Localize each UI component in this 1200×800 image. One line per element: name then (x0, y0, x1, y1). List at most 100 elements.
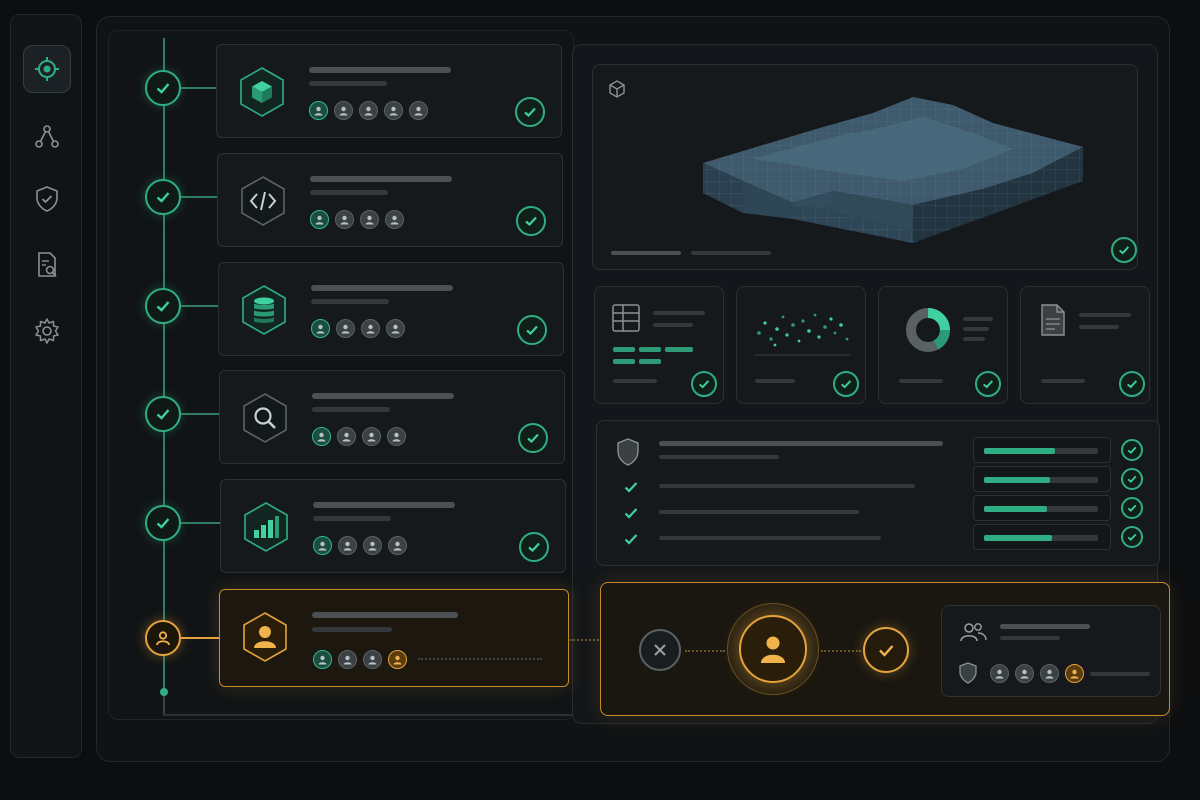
user-icon (389, 106, 398, 116)
output-card-donut[interactable] (878, 286, 1008, 404)
network-icon (35, 125, 59, 148)
step-title-placeholder (313, 502, 455, 508)
table-cell (613, 347, 635, 352)
user-icon (156, 631, 170, 646)
check-icon (624, 534, 638, 545)
card-footer-line (1041, 379, 1085, 383)
pipeline-step[interactable] (217, 153, 563, 247)
team-meta-placeholder (1090, 672, 1150, 676)
user-icon (995, 669, 1004, 679)
step-node-complete (145, 505, 181, 541)
pipeline-step[interactable] (220, 479, 566, 573)
avatar (363, 536, 382, 555)
reject-button[interactable] (639, 629, 681, 671)
user-icon (316, 324, 325, 334)
sidebar-item-network[interactable] (23, 113, 71, 161)
metric-row (973, 495, 1111, 521)
pipeline-step-approval[interactable] (219, 589, 569, 687)
step-node-pending (145, 620, 181, 656)
pipeline-step[interactable] (219, 370, 565, 464)
check-icon (624, 482, 638, 493)
user-icon (343, 655, 352, 665)
card-status-check (833, 371, 859, 397)
table-cell (613, 359, 635, 364)
avatar (359, 101, 378, 120)
metric-bar-fill (984, 448, 1055, 454)
metric-bar-fill (984, 477, 1050, 483)
avatar (338, 650, 357, 669)
output-card-table[interactable] (594, 286, 724, 404)
assignee-group (311, 319, 405, 338)
check-icon (698, 380, 710, 389)
step-subtitle-placeholder (313, 516, 391, 521)
user-icon (367, 432, 376, 442)
model-preview-card[interactable] (592, 64, 1138, 270)
user-icon (390, 215, 399, 225)
user-icon (342, 432, 351, 442)
avatar (313, 650, 332, 669)
user-icon (1020, 669, 1029, 679)
pipeline-step[interactable] (218, 262, 564, 356)
step-subtitle-placeholder (312, 627, 392, 632)
check-icon (156, 518, 170, 529)
avatar (312, 427, 331, 446)
check-icon (525, 216, 537, 227)
user-icon (391, 324, 400, 334)
pipeline-step[interactable] (216, 44, 562, 138)
metric-bar-fill (984, 506, 1047, 512)
card-status-check (691, 371, 717, 397)
check-icon (524, 107, 536, 118)
user-icon (368, 655, 377, 665)
sidebar-item-target[interactable] (23, 45, 71, 93)
user-icon (761, 636, 785, 663)
output-card-file[interactable] (1020, 286, 1150, 404)
step-node-complete (145, 396, 181, 432)
approve-button[interactable] (863, 627, 909, 673)
sidebar-item-settings[interactable] (23, 307, 71, 355)
card-status-check (1119, 371, 1145, 397)
sidebar-item-reports[interactable] (23, 241, 71, 289)
check-line (659, 484, 915, 488)
step-title-placeholder (310, 176, 452, 182)
check-icon (982, 380, 994, 389)
card-line (963, 327, 989, 331)
avatar (338, 536, 357, 555)
output-card-scatter[interactable] (736, 286, 866, 404)
avatar (337, 427, 356, 446)
user-icon (314, 106, 323, 116)
user-icon (1045, 669, 1054, 679)
avatar (310, 210, 329, 229)
user-icon (339, 106, 348, 116)
validation-panel[interactable] (596, 420, 1160, 566)
metric-row (973, 524, 1111, 550)
step-node-complete (145, 288, 181, 324)
team-card[interactable] (941, 605, 1161, 697)
step-subtitle-placeholder (311, 299, 389, 304)
document-search-icon (38, 252, 57, 277)
target-icon (35, 57, 59, 81)
pipeline-rail (163, 38, 165, 692)
check-icon (156, 301, 170, 312)
approval-flow-line (685, 650, 725, 652)
avatar (385, 210, 404, 229)
file-icon (1041, 304, 1065, 336)
card-line (653, 311, 705, 315)
check-icon (1127, 533, 1137, 541)
step-connector (181, 637, 219, 639)
check-icon (156, 192, 170, 203)
avatar (336, 319, 355, 338)
approver-avatar[interactable] (739, 615, 807, 683)
metric-bar-track (984, 506, 1098, 512)
progress-dots (418, 658, 542, 660)
card-line (653, 323, 693, 327)
check-icon (156, 409, 170, 420)
user-icon (318, 655, 327, 665)
step-title-placeholder (312, 612, 458, 618)
step-connector (181, 196, 217, 198)
check-icon (1127, 446, 1137, 454)
user-icon (315, 215, 324, 225)
table-cell (639, 347, 661, 352)
card-line (963, 317, 993, 321)
sidebar-item-security[interactable] (23, 175, 71, 223)
user-icon (366, 324, 375, 334)
